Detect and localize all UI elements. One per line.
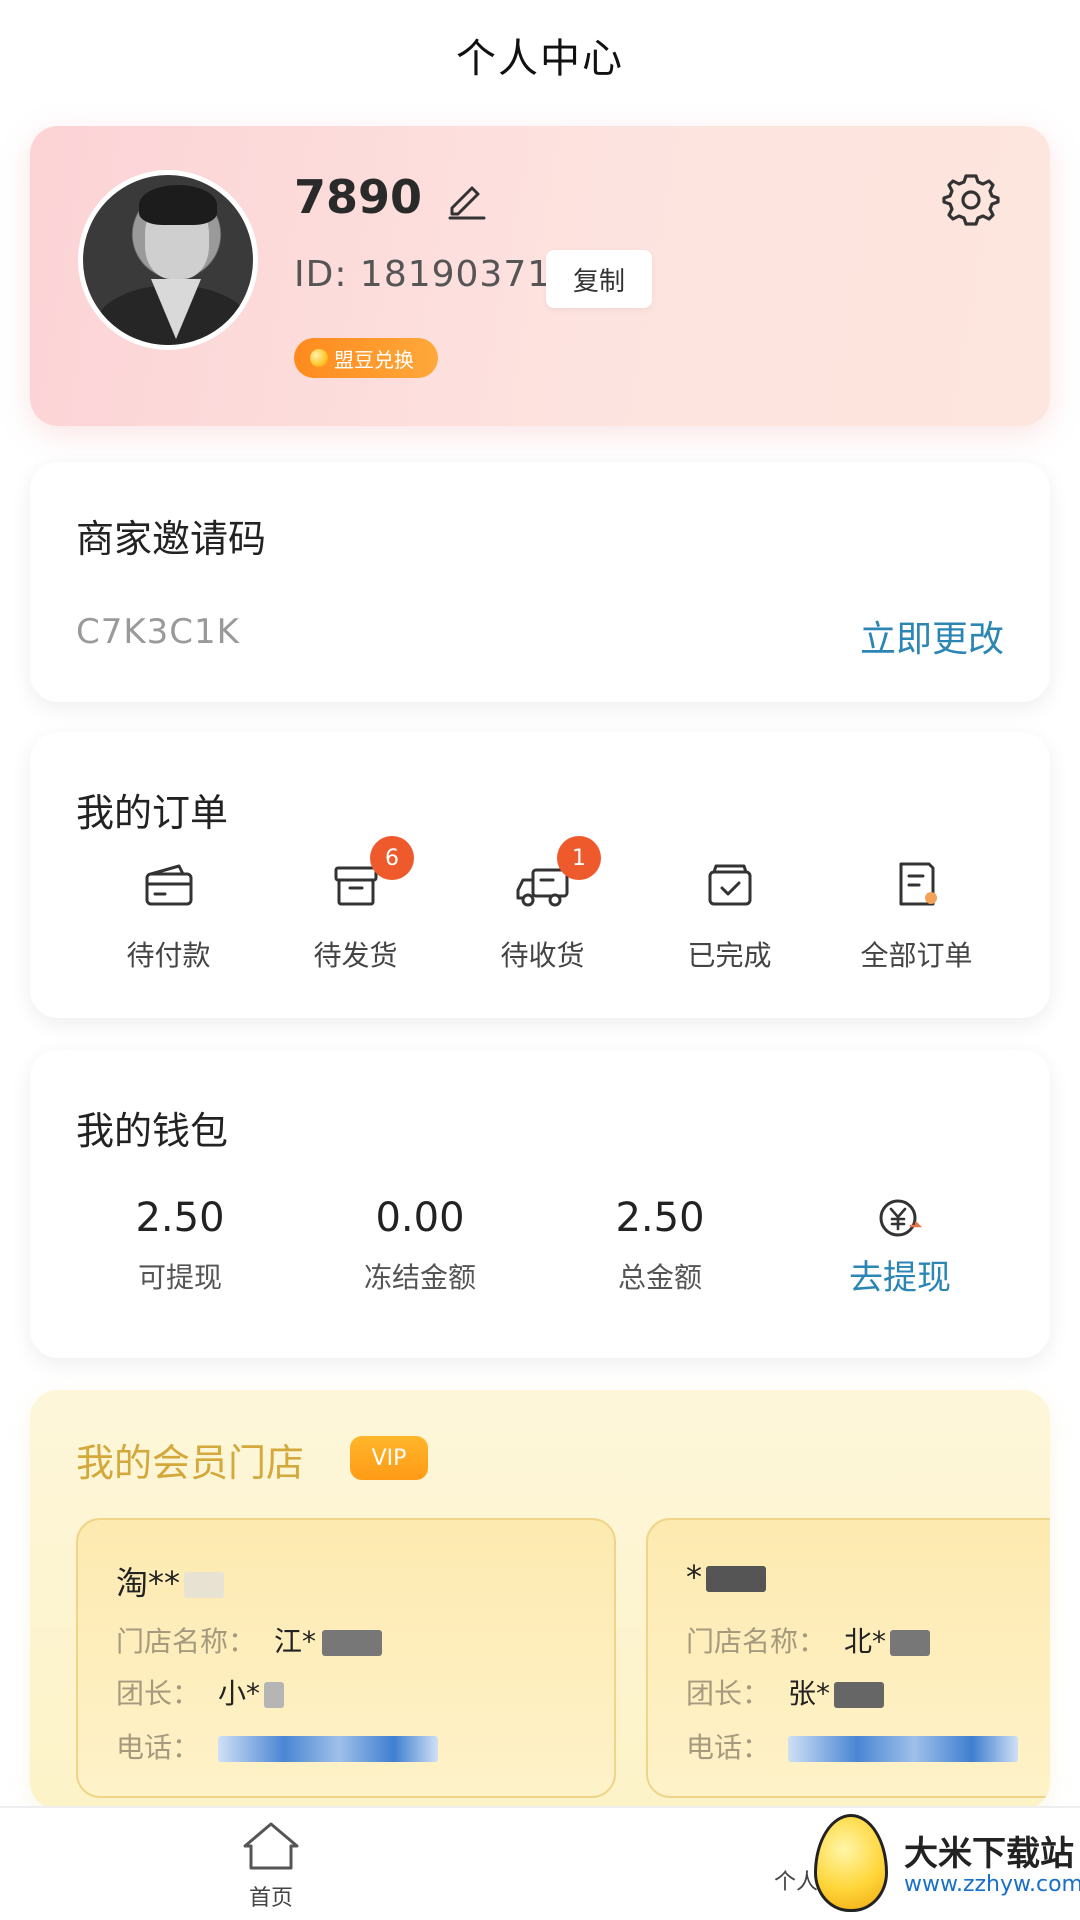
store-phone-line: 电话： <box>116 1726 439 1766</box>
watermark-logo: 大米下载站 www.zzhyw.com <box>770 1800 1080 1920</box>
gear-icon[interactable] <box>942 170 1000 228</box>
order-pending-receipt[interactable]: 1 待收货 <box>449 836 636 998</box>
nav-home-label: 首页 <box>248 1886 293 1911</box>
withdraw-button[interactable]: 去提现 <box>790 1190 1010 1299</box>
invite-title: 商家邀请码 <box>76 517 267 561</box>
invite-code: C7K3C1K <box>76 612 240 652</box>
order-label: 待收货 <box>500 939 585 972</box>
orders-title: 我的订单 <box>76 791 229 835</box>
wallet-label: 总金额 <box>617 1261 702 1294</box>
store-leader-line: 团长： 小* <box>116 1672 285 1712</box>
wallet-total: 2.50 总金额 <box>550 1190 770 1296</box>
wallet-label: 冻结金额 <box>363 1261 476 1294</box>
nav-home[interactable]: 首页 <box>226 1818 316 1912</box>
store-title: * <box>686 1558 766 1596</box>
invite-code-card: 商家邀请码 C7K3C1K 立即更改 <box>30 462 1050 702</box>
order-status-row: 待付款 6 待发货 1 待收货 已完成 全部订单 <box>30 836 1050 998</box>
store-shop-line: 门店名称： 江* <box>116 1620 383 1660</box>
wallet-value: 2.50 <box>615 1195 705 1241</box>
order-label: 全部订单 <box>860 939 973 972</box>
copy-button[interactable]: 复制 <box>546 250 652 308</box>
store-title: 淘** <box>116 1558 225 1604</box>
wallet-title: 我的钱包 <box>76 1109 229 1153</box>
yuan-icon <box>879 1199 923 1237</box>
wallet-card: 我的钱包 2.50 可提现 0.00 冻结金额 2.50 总金额 去提现 <box>30 1050 1050 1358</box>
store-card[interactable]: * 门店名称： 北* 团长： 张* 电话： <box>646 1518 1050 1798</box>
store-shop-line: 门店名称： 北* <box>686 1620 931 1660</box>
watermark-text: 大米下载站 <box>904 1834 1074 1874</box>
app-header: 个人中心 <box>0 0 1080 110</box>
watermark-url: www.zzhyw.com <box>904 1872 1080 1897</box>
order-label: 待付款 <box>126 939 211 972</box>
profile-card: 7890 ID: 18190371 复制 盟豆兑换 <box>30 126 1050 426</box>
bean-exchange-button[interactable]: 盟豆兑换 <box>294 338 438 378</box>
orders-card: 我的订单 待付款 6 待发货 1 待收货 已完成 全部订单 <box>30 732 1050 1018</box>
order-all[interactable]: 全部订单 <box>823 858 1010 998</box>
bean-exchange-label: 盟豆兑换 <box>334 347 414 372</box>
order-pending-payment[interactable]: 待付款 <box>75 858 262 998</box>
page-title: 个人中心 <box>456 36 624 82</box>
completed-box-icon <box>708 864 752 906</box>
username: 7890 <box>294 170 423 224</box>
order-pending-shipment[interactable]: 6 待发货 <box>262 836 449 998</box>
wallet-value: 0.00 <box>375 1195 465 1241</box>
change-invite-button[interactable]: 立即更改 <box>860 610 1004 662</box>
edit-icon[interactable] <box>444 176 490 222</box>
user-id: ID: 18190371 <box>294 254 552 295</box>
wallet-frozen: 0.00 冻结金额 <box>310 1190 530 1296</box>
withdraw-label: 去提现 <box>849 1258 951 1298</box>
store-phone-line: 电话： <box>686 1726 1019 1766</box>
order-label: 已完成 <box>687 939 772 972</box>
avatar[interactable] <box>78 170 258 350</box>
receipt-count-badge: 1 <box>557 836 601 880</box>
home-icon <box>243 1822 299 1870</box>
document-icon <box>899 862 937 906</box>
vip-title: 我的会员门店 <box>76 1441 305 1485</box>
wallet-card-icon <box>145 864 193 906</box>
wallet-withdrawable: 2.50 可提现 <box>70 1190 290 1296</box>
shipment-count-badge: 6 <box>370 836 414 880</box>
order-completed[interactable]: 已完成 <box>636 858 823 998</box>
wallet-row: 2.50 可提现 0.00 冻结金额 2.50 总金额 去提现 <box>30 1190 1050 1330</box>
wallet-value: 2.50 <box>135 1195 225 1241</box>
wallet-label: 可提现 <box>137 1261 222 1294</box>
bean-icon <box>310 349 328 367</box>
store-card[interactable]: 淘** 门店名称： 江* 团长： 小* 电话： <box>76 1518 616 1798</box>
vip-badge: VIP <box>350 1436 428 1480</box>
egg-mascot-icon <box>814 1814 888 1912</box>
order-label: 待发货 <box>313 939 398 972</box>
store-leader-line: 团长： 张* <box>686 1672 885 1712</box>
vip-stores-section: 我的会员门店 VIP 淘** 门店名称： 江* 团长： 小* 电话： * 门店名称：… <box>30 1390 1050 1810</box>
